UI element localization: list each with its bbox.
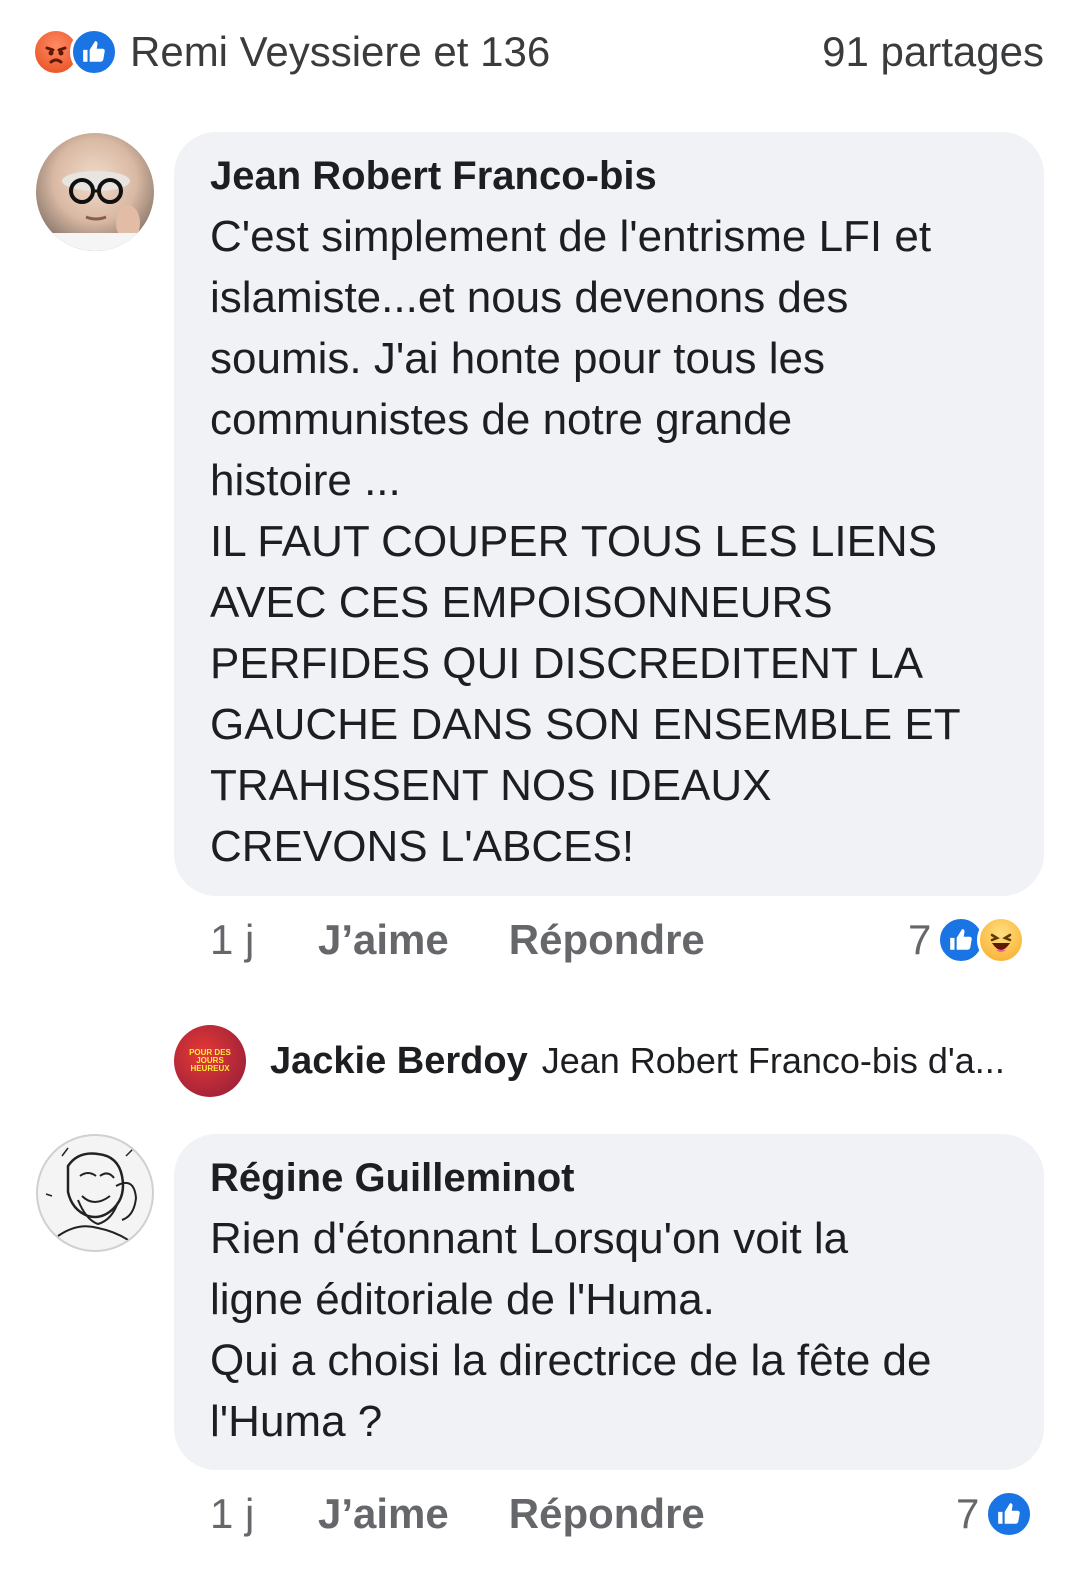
reply-preview[interactable]: POUR DES JOURS HEUREUX Jackie Berdoy Jea… <box>174 1024 1044 1098</box>
comment-author[interactable]: Régine Guilleminot <box>210 1154 1008 1202</box>
reactions-summary[interactable]: Remi Veyssiere et 136 <box>32 28 550 76</box>
comment-reaction-count[interactable]: 7 <box>956 1484 1034 1544</box>
comment-text: C'est simplement de l'entrisme LFI et is… <box>210 212 961 871</box>
like-icon <box>70 28 118 76</box>
avatar-logo: POUR DES JOURS HEUREUX <box>189 1048 231 1073</box>
like-button[interactable]: J’aime <box>318 1490 449 1538</box>
comment-bubble: Jean Robert Franco-bis C'est simplement … <box>174 132 1044 896</box>
comment-actions: 1 j J’aime Répondre <box>210 1484 705 1544</box>
reply-author-avatar[interactable]: POUR DES JOURS HEUREUX <box>174 1025 246 1097</box>
comment-author[interactable]: Jean Robert Franco-bis <box>210 152 1008 200</box>
reply-button[interactable]: Répondre <box>509 916 705 964</box>
commenter-avatar[interactable] <box>36 1134 154 1252</box>
reactions-summary-bar: Remi Veyssiere et 136 91 partages <box>32 22 1044 82</box>
haha-icon <box>977 916 1026 964</box>
comment-actions: 1 j J’aime Répondre <box>210 910 705 970</box>
like-button[interactable]: J’aime <box>318 916 449 964</box>
commenter-avatar[interactable] <box>36 133 154 251</box>
comment-text: Rien d'étonnant Lorsqu'on voit la ligne … <box>210 1214 932 1446</box>
comment-timestamp[interactable]: 1 j <box>210 916 318 964</box>
like-icon <box>985 1490 1034 1538</box>
comment-timestamp[interactable]: 1 j <box>210 1490 318 1538</box>
reply-snippet[interactable]: Jean Robert Franco-bis d'a... <box>542 1040 1005 1082</box>
shares-count[interactable]: 91 partages <box>822 28 1044 76</box>
reaction-count-number: 7 <box>956 1490 980 1537</box>
reply-author[interactable]: Jackie Berdoy <box>270 1040 528 1083</box>
comments-section: Remi Veyssiere et 136 91 partages Jean R… <box>0 0 1080 1569</box>
reply-button[interactable]: Répondre <box>509 1490 705 1538</box>
comment-bubble: Régine Guilleminot Rien d'étonnant Lorsq… <box>174 1134 1044 1470</box>
comment-reaction-count[interactable]: 7 <box>908 910 1026 970</box>
reactor-names[interactable]: Remi Veyssiere et 136 <box>130 28 550 76</box>
reaction-count-number: 7 <box>908 916 932 963</box>
